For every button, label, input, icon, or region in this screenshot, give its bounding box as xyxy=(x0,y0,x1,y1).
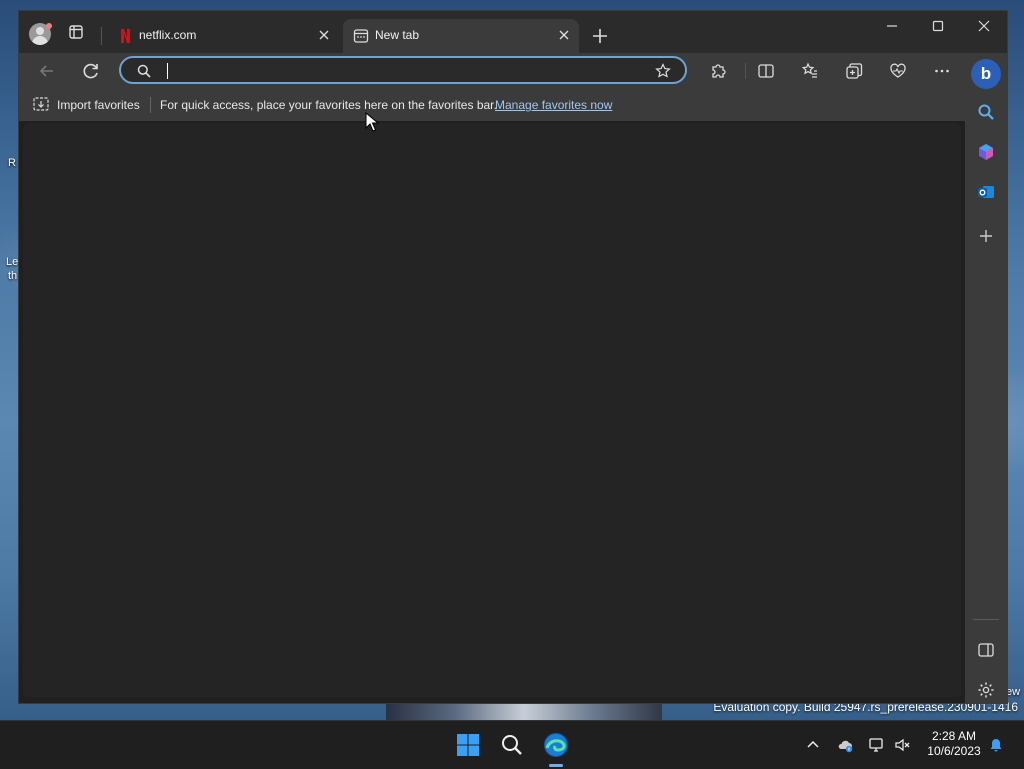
close-tab-icon[interactable] xyxy=(317,28,331,42)
start-button[interactable] xyxy=(454,731,482,759)
onedrive-cloud-icon[interactable] xyxy=(837,737,853,753)
extensions-puzzle-icon[interactable] xyxy=(709,62,727,80)
taskbar-edge-button[interactable] xyxy=(542,731,570,759)
browser-window: netflix.com New tab Import favorites For… xyxy=(18,10,1008,704)
favorites-bar: Import favorites For quick access, place… xyxy=(19,89,1007,121)
maximize-icon xyxy=(932,20,944,32)
desktop-icon-label: ew xyxy=(1006,686,1021,698)
favorites-separator xyxy=(150,97,151,113)
sidebar-divider xyxy=(973,619,999,620)
close-icon xyxy=(978,20,990,32)
new-tab-page-icon xyxy=(353,29,369,43)
import-favorites-button[interactable]: Import favorites xyxy=(57,98,140,112)
profile-notification-dot xyxy=(46,23,52,29)
window-controls xyxy=(869,11,1007,41)
edge-sidebar: b xyxy=(965,53,1007,703)
desktop-icon-label: R xyxy=(8,157,16,169)
close-tab-icon[interactable] xyxy=(557,28,571,42)
volume-muted-icon[interactable] xyxy=(894,737,910,753)
bing-copilot-icon[interactable]: b xyxy=(971,59,1001,89)
network-icon[interactable] xyxy=(868,737,884,753)
more-options-icon[interactable] xyxy=(933,62,951,80)
outlook-icon[interactable] xyxy=(977,183,995,201)
search-icon xyxy=(502,735,522,755)
chevron-up-icon[interactable] xyxy=(805,737,821,753)
tab-title: New tab xyxy=(375,28,420,42)
sidebar-search-icon[interactable] xyxy=(977,103,995,121)
text-caret xyxy=(167,63,168,79)
refresh-icon[interactable] xyxy=(81,61,101,81)
tab-title: netflix.com xyxy=(139,28,197,42)
minimize-button[interactable] xyxy=(869,11,915,41)
clock-date: 10/6/2023 xyxy=(927,744,981,758)
tab-strip: netflix.com New tab xyxy=(19,11,1007,53)
copilot-icon[interactable] xyxy=(977,143,995,161)
hide-sidebar-icon[interactable] xyxy=(977,641,995,659)
mouse-cursor-icon xyxy=(365,112,379,132)
favorites-hint-text: For quick access, place your favorites h… xyxy=(160,98,497,112)
taskbar-search-button[interactable] xyxy=(498,731,526,759)
manage-favorites-link[interactable]: Manage favorites now xyxy=(495,98,612,112)
address-input[interactable] xyxy=(163,61,637,83)
windows-logo-icon xyxy=(457,734,479,756)
new-tab-plus-icon[interactable] xyxy=(591,27,609,45)
favorites-list-icon[interactable] xyxy=(801,62,819,80)
gear-icon[interactable] xyxy=(977,681,995,699)
collections-icon[interactable] xyxy=(845,62,863,80)
back-arrow-icon[interactable] xyxy=(37,61,57,81)
add-favorite-star-icon[interactable] xyxy=(655,63,671,79)
minimize-icon xyxy=(887,25,897,27)
desktop-icon-label: th xyxy=(8,270,18,282)
tab-actions-icon[interactable] xyxy=(69,25,83,39)
system-clock[interactable]: 2:28 AM 10/6/2023 xyxy=(918,729,990,759)
active-app-indicator xyxy=(549,764,563,767)
address-bar[interactable] xyxy=(119,56,687,84)
maximize-button[interactable] xyxy=(915,11,961,41)
tab-netflix[interactable]: netflix.com xyxy=(107,19,339,53)
netflix-icon xyxy=(121,29,130,43)
tab-new-tab[interactable]: New tab xyxy=(343,19,579,53)
notification-bell-icon[interactable] xyxy=(988,737,1004,753)
navigation-toolbar xyxy=(19,53,1007,89)
split-screen-icon[interactable] xyxy=(757,62,775,80)
clock-time: 2:28 AM xyxy=(931,729,977,743)
browser-essentials-heart-icon[interactable] xyxy=(889,62,907,80)
page-content-area xyxy=(23,123,961,697)
edge-browser-icon xyxy=(544,733,568,757)
search-icon xyxy=(137,64,151,78)
import-favorites-icon xyxy=(33,97,49,111)
desktop-icon-label: Le xyxy=(6,256,19,268)
toolbar-divider xyxy=(745,63,746,79)
taskbar: 2:28 AM 10/6/2023 xyxy=(0,720,1024,769)
close-window-button[interactable] xyxy=(961,11,1007,41)
add-sidebar-app-plus-icon[interactable] xyxy=(977,227,995,245)
tab-separator xyxy=(101,27,102,45)
